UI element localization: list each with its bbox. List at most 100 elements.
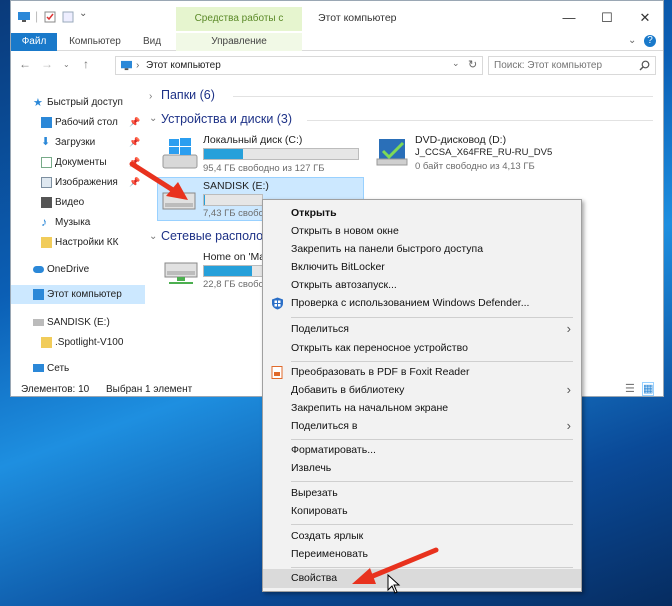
menu-item-label: Открыть (291, 207, 337, 219)
menu-item-label: Преобразовать в PDF в Foxit Reader (291, 366, 470, 378)
annotation-arrow-icon (129, 161, 188, 200)
drive-free-space: 95,4 ГБ свободно из 127 ГБ (203, 163, 325, 174)
menu-item-pin-quick-access[interactable]: Закрепить на панели быстрого доступа (263, 240, 581, 259)
maximize-button[interactable]: ☐ (593, 7, 621, 29)
chevron-down-icon[interactable]: ⌄ (149, 231, 157, 242)
menu-item-copy[interactable]: Копировать (263, 502, 581, 521)
sidebar-item-spotlight[interactable]: .Spotlight-V100 (11, 333, 145, 352)
tiles-view-icon[interactable]: ▦ (642, 382, 655, 396)
drive-name: Home on 'Ma (203, 251, 266, 263)
chevron-right-icon[interactable]: › (149, 91, 152, 102)
sidebar-item-music[interactable]: ♪ Музыка (11, 213, 145, 232)
search-input[interactable] (494, 59, 634, 72)
sidebar-item-label: Документы (55, 157, 107, 168)
customize-qa-icon[interactable]: ⌄ (79, 8, 87, 19)
address-dropdown-icon[interactable]: ⌄ (452, 58, 460, 69)
group-folders[interactable]: Папки (6) (161, 88, 215, 102)
sidebar-item-onedrive[interactable]: OneDrive (11, 260, 145, 279)
computer-icon (18, 12, 30, 22)
menu-separator (291, 524, 573, 525)
drive-usage-fill (204, 195, 206, 205)
pictures-icon (41, 177, 52, 188)
window-title: Этот компьютер (318, 12, 397, 24)
sidebar-item-sandisk[interactable]: SANDISK (E:) (11, 313, 145, 332)
properties-icon[interactable] (43, 11, 57, 23)
sidebar-item-label: OneDrive (47, 264, 90, 275)
details-view-icon[interactable]: ☰ (625, 382, 635, 395)
chevron-right-icon: › (566, 321, 571, 336)
chevron-down-icon[interactable]: ⌄ (149, 113, 157, 124)
computer-icon (33, 289, 44, 300)
menu-item-share[interactable]: Поделиться › (263, 320, 581, 339)
chevron-right-icon: › (566, 418, 571, 433)
menu-item-label: Извлечь (291, 462, 332, 474)
menu-separator (291, 317, 573, 318)
menu-item-add-to-library[interactable]: Добавить в библиотеку › (263, 381, 581, 400)
breadcrumb-separator[interactable]: › (199, 60, 202, 71)
menu-item-share-to[interactable]: Поделиться в › (263, 417, 581, 436)
minimize-button[interactable]: — (555, 7, 583, 29)
sidebar-item-desktop[interactable]: Рабочий стол 📌 (11, 113, 145, 132)
recent-locations-icon[interactable]: ⌄ (63, 60, 70, 69)
sidebar-item-settings-kk[interactable]: Настройки КК (11, 233, 145, 252)
group-divider (307, 120, 653, 121)
menu-separator (291, 361, 573, 362)
pin-icon[interactable]: 📌 (129, 117, 140, 128)
ribbon-toggle-icon[interactable]: ⌄ (628, 35, 636, 46)
sidebar-item-downloads[interactable]: ⬇ Загрузки 📌 (11, 133, 145, 152)
search-box[interactable] (488, 56, 656, 75)
sidebar-item-quick-access[interactable]: ★ Быстрый доступ (11, 93, 145, 112)
group-network-locations[interactable]: Сетевые располо (161, 229, 263, 243)
drive-name: DVD-дисковод (D:) (415, 134, 507, 146)
title-bar: | ⌄ Средства работы с дисками Этот компь… (11, 1, 663, 48)
menu-item-label: Вырезать (291, 487, 338, 499)
help-icon[interactable]: ? (644, 35, 656, 47)
drive-free-space: 0 байт свободно из 4,13 ГБ (415, 161, 535, 172)
menu-item-label: Закрепить на начальном экране (291, 402, 449, 414)
menu-item-format[interactable]: Форматировать... (263, 441, 581, 460)
close-button[interactable]: ✕ (631, 7, 659, 29)
menu-item-create-shortcut[interactable]: Создать ярлык (263, 527, 581, 546)
menu-item-label: Создать ярлык (291, 530, 364, 542)
tab-view[interactable]: Вид (137, 33, 167, 51)
network-drive-icon (164, 262, 198, 284)
sidebar-item-label: Сеть (47, 363, 70, 374)
back-icon[interactable]: ← (19, 57, 31, 71)
music-icon: ♪ (41, 215, 47, 229)
breadcrumb-this-pc[interactable]: Этот компьютер (146, 60, 221, 71)
drive-usage-fill (204, 266, 252, 276)
sidebar-item-label: Музыка (55, 217, 91, 228)
sidebar-item-documents[interactable]: Документы 📌 (11, 153, 145, 172)
tab-computer[interactable]: Компьютер (63, 33, 127, 51)
refresh-icon[interactable]: ↻ (468, 58, 477, 71)
tab-manage[interactable]: Управление (176, 33, 302, 51)
sidebar-item-label: Изображения (55, 177, 118, 188)
menu-item-pin-start[interactable]: Закрепить на начальном экране (263, 399, 581, 418)
menu-item-enable-bitlocker[interactable]: Включить BitLocker (263, 258, 581, 277)
network-icon (33, 364, 44, 372)
breadcrumb-separator[interactable]: › (136, 60, 139, 71)
menu-item-label: Открыть как переносное устройство (291, 342, 468, 354)
sidebar-item-video[interactable]: Видео (11, 193, 145, 212)
usb-drive-icon (33, 319, 44, 326)
new-folder-icon[interactable] (61, 11, 75, 23)
menu-item-open-portable[interactable]: Открыть как переносное устройство (263, 339, 581, 358)
menu-item-defender-scan[interactable]: Проверка с использованием Windows Defend… (263, 294, 581, 313)
pin-icon[interactable]: 📌 (129, 137, 140, 148)
menu-item-open-autoplay[interactable]: Открыть автозапуск... (263, 276, 581, 295)
menu-item-convert-pdf[interactable]: Преобразовать в PDF в Foxit Reader (263, 363, 581, 382)
tab-file[interactable]: Файл (11, 33, 57, 51)
sidebar-item-network[interactable]: Сеть (11, 359, 145, 378)
sidebar-item-this-pc[interactable]: Этот компьютер (11, 285, 145, 304)
sidebar-item-pictures[interactable]: Изображения 📌 (11, 173, 145, 192)
menu-item-open-new-window[interactable]: Открыть в новом окне (263, 222, 581, 241)
address-bar[interactable]: › Этот компьютер › ⌄ ↻ (115, 56, 483, 75)
onedrive-icon (33, 266, 44, 273)
search-icon[interactable] (639, 60, 650, 71)
forward-icon[interactable]: → (41, 57, 53, 71)
menu-item-cut[interactable]: Вырезать (263, 484, 581, 503)
menu-item-eject[interactable]: Извлечь (263, 459, 581, 478)
menu-item-open[interactable]: Открыть (263, 204, 581, 223)
group-devices-drives[interactable]: Устройства и диски (3) (161, 112, 292, 126)
up-icon[interactable]: ↑ (83, 57, 89, 71)
